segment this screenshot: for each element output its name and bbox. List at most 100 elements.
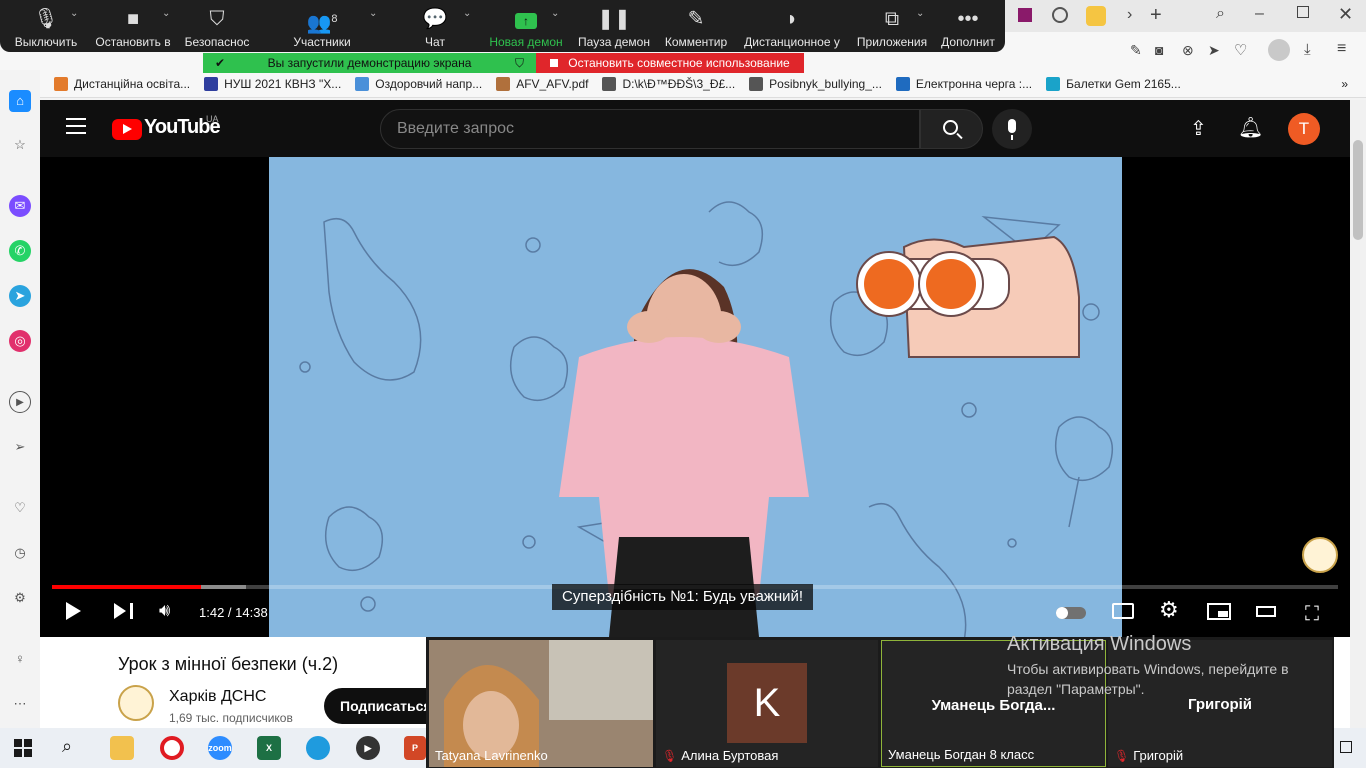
edit-icon[interactable]: ✎ [1130, 42, 1142, 59]
bookmark-item[interactable]: Оздоровчий напр... [355, 76, 482, 91]
annotate-button[interactable]: ✎ Комментир [664, 6, 728, 49]
home-icon[interactable]: ⌂ [9, 90, 31, 112]
minimize-icon[interactable]: – [1255, 5, 1264, 23]
messenger-icon[interactable]: ✉ [9, 195, 31, 217]
mute-button[interactable]: 🎙 Выключить [14, 6, 78, 49]
participant-display-name: Уманець Богда... [931, 697, 1056, 714]
search-button[interactable] [920, 109, 983, 149]
next-button[interactable] [114, 603, 134, 624]
file-explorer-icon[interactable] [110, 736, 134, 760]
new-tab-icon[interactable]: + [1150, 4, 1162, 27]
chevron-down-icon[interactable]: ⌄ [551, 8, 559, 19]
bookmark-item[interactable]: AFV_AFV.pdf [496, 76, 588, 91]
participants-button[interactable]: 👥8 Участники [292, 6, 352, 49]
search-icon[interactable]: ⌕ [62, 736, 72, 757]
instagram-icon[interactable]: ◎ [9, 330, 31, 352]
search-input[interactable]: Введите запрос [380, 109, 920, 149]
theater-mode-icon[interactable] [1256, 606, 1276, 617]
bookmarks-bar: Дистанційна освіта... НУШ 2021 КВНЗ "Х..… [40, 70, 1366, 98]
voice-search-button[interactable] [992, 109, 1032, 149]
channel-avatar[interactable] [118, 685, 154, 721]
chevron-right-icon[interactable]: › [1127, 6, 1132, 24]
chevron-down-icon[interactable]: ⌄ [162, 8, 170, 19]
chevron-down-icon[interactable]: ⌄ [369, 8, 377, 19]
windows-start-icon[interactable] [14, 739, 32, 757]
channel-name[interactable]: Харків ДСНС [169, 688, 266, 706]
autoplay-toggle[interactable] [1056, 607, 1086, 619]
miniplayer-icon[interactable] [1207, 603, 1231, 620]
player-icon[interactable]: ▶ [9, 391, 31, 413]
opera-icon[interactable] [160, 736, 184, 760]
tab-warning-icon[interactable] [1086, 6, 1106, 26]
page-scrollbar[interactable] [1350, 100, 1366, 728]
bookmark-item[interactable]: Дистанційна освіта... [54, 76, 190, 91]
youtube-logo-icon[interactable] [112, 119, 142, 140]
chevron-down-icon[interactable]: ⌄ [916, 8, 924, 19]
chat-button[interactable]: 💬 Чат [420, 6, 450, 49]
security-button[interactable]: ⛉ Безопаснос [184, 6, 250, 49]
star-icon[interactable]: ☆ [9, 134, 31, 156]
camera-icon[interactable]: ◙ [1155, 42, 1163, 58]
muted-microphone-icon: 🎙︎ [1114, 749, 1130, 763]
notification-center-icon[interactable] [1340, 741, 1352, 753]
participant-tile[interactable]: K 🎙︎ Алина Буртовая [656, 640, 878, 767]
settings-gear-icon[interactable]: ⚙ [1159, 597, 1179, 623]
fullscreen-icon[interactable]: ⛶ [1305, 603, 1319, 626]
subtitles-icon[interactable] [1112, 603, 1134, 619]
hamburger-menu-icon[interactable] [66, 118, 86, 134]
scrollbar-thumb[interactable] [1353, 140, 1363, 240]
block-icon[interactable]: ⊗ [1182, 42, 1194, 59]
remote-control-button[interactable]: ◗ Дистанционное у [742, 6, 842, 49]
bookmark-item[interactable]: НУШ 2021 КВНЗ "Х... [204, 76, 341, 91]
profile-icon[interactable] [1268, 39, 1290, 61]
pause-share-button[interactable]: ❚❚ Пауза демон [578, 6, 650, 49]
progress-played [52, 585, 202, 589]
zoom-app-icon[interactable]: zoom [208, 736, 232, 760]
bookmark-item[interactable]: Posibnyk_bullying_... [749, 76, 882, 91]
bookmark-item[interactable]: D:\k\Ð™ÐÐŠ\3_Ð£... [602, 76, 735, 91]
history-icon[interactable]: ◷ [9, 542, 31, 564]
bookmark-icon [895, 76, 910, 91]
chevron-down-icon[interactable]: ⌄ [70, 8, 78, 19]
close-icon[interactable]: ✕ [1338, 4, 1353, 25]
send-icon[interactable]: ➢ [9, 436, 31, 458]
excel-icon[interactable]: X [257, 736, 281, 760]
media-player-icon[interactable]: ▶ [356, 736, 380, 760]
send-icon[interactable]: ➤ [1208, 42, 1220, 59]
bookmark-item[interactable]: Електронна черга :... [895, 76, 1032, 91]
telegram-icon[interactable]: ➤ [9, 285, 31, 307]
zoom-meeting-toolbar: 🎙 Выключить ⌄ ■ Остановить в ⌄ ⛉ Безопас… [0, 0, 1005, 52]
stop-video-button[interactable]: ■ Остановить в [95, 6, 171, 49]
bookmarks-overflow-icon[interactable]: » [1341, 77, 1348, 91]
video-frame[interactable] [269, 157, 1122, 637]
tips-bulb-icon[interactable]: ♀ [9, 648, 31, 670]
more-icon[interactable]: ⋯ [9, 693, 31, 715]
more-button[interactable]: ••• Дополнит [940, 6, 996, 49]
channel-watermark-icon[interactable] [1302, 537, 1338, 573]
whatsapp-icon[interactable]: ✆ [9, 240, 31, 262]
settings-icon[interactable]: ⚙ [9, 587, 31, 609]
play-button[interactable] [66, 602, 81, 620]
download-icon[interactable]: ⤓ [1304, 41, 1311, 58]
stop-share-button[interactable]: Остановить совместное использование [536, 53, 804, 73]
avatar[interactable]: T [1288, 113, 1320, 145]
video-player[interactable]: Суперздібність №1: Будь уважний! 🔊︎ 1:42… [40, 157, 1350, 637]
bookmark-item[interactable]: Балетки Gem 2165... [1046, 76, 1181, 91]
notifications-bell-icon[interactable]: 🔔︎ [1238, 115, 1263, 140]
browser-sidebar: ⌂ ☆ ✉ ✆ ➤ ◎ ▶ ➢ ♡ ◷ ⚙ ♀ ⋯ [0, 80, 40, 728]
powerpoint-icon[interactable]: P [404, 736, 426, 760]
maximize-icon[interactable] [1297, 6, 1309, 18]
edge-icon[interactable] [306, 736, 330, 760]
participant-name: Tatyana Lavrinenko [435, 748, 548, 763]
subscriber-count: 1,69 тыс. подписчиков [169, 711, 293, 725]
participant-tile[interactable]: Tatyana Lavrinenko [429, 640, 653, 767]
menu-icon[interactable]: ≡ [1337, 40, 1346, 58]
volume-icon[interactable]: 🔊︎ [159, 600, 170, 621]
globe-icon[interactable] [1052, 7, 1068, 23]
tab-favicon-icon[interactable] [1018, 8, 1032, 22]
upload-icon[interactable]: ⇪ [1190, 116, 1207, 141]
heart-icon[interactable]: ♡ [9, 497, 31, 519]
search-tabs-icon[interactable]: ⌕ [1216, 5, 1225, 23]
chevron-down-icon[interactable]: ⌄ [463, 8, 471, 19]
heart-icon[interactable]: ♡ [1234, 41, 1247, 59]
